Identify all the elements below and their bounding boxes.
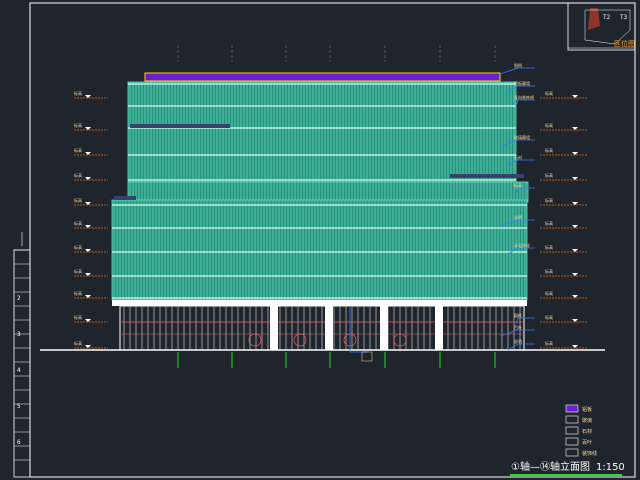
- level-triangle-right: [572, 225, 578, 228]
- drawing-title-text: ①轴—⑭轴立面图: [511, 462, 590, 473]
- level-triangle-left: [85, 273, 91, 276]
- podium-column: [270, 306, 278, 350]
- key-plan-label: 区位图: [614, 40, 635, 48]
- level-triangle-left: [85, 249, 91, 252]
- level-label-left: 标高: [74, 290, 82, 296]
- level-triangle-left: [85, 345, 91, 348]
- legend-label: 百叶: [582, 439, 592, 446]
- annotation-text: 说明: [514, 338, 522, 344]
- annotation-text: 玻璃幕墙: [514, 134, 530, 140]
- annotation-text: 标高: [514, 182, 522, 188]
- level-label-left: 标高: [74, 244, 82, 250]
- level-marks-left: 标高标高标高标高标高标高标高标高标高标高标高: [74, 90, 108, 349]
- title-block-mark: 5: [17, 403, 21, 410]
- roof-parapet: [144, 72, 501, 82]
- level-triangle-left: [85, 319, 91, 322]
- level-label-right: 标高: [545, 290, 553, 296]
- building-elevation: [111, 72, 529, 351]
- title-block-mark: 2: [17, 295, 21, 302]
- level-triangle-right: [572, 202, 578, 205]
- level-label-right: 标高: [545, 268, 553, 274]
- level-triangle-right: [572, 127, 578, 130]
- legend-swatch: [565, 437, 579, 446]
- setback-ledge: [130, 124, 230, 128]
- annotation-text: 石材: [514, 154, 522, 160]
- drawing-scale: 1:150: [595, 462, 625, 473]
- cad-drawing-canvas[interactable]: 23456 标高标高标高标高标高标高标高标高标高标高标高 标高标高标高标高标高标…: [0, 0, 640, 480]
- level-label-right: 标高: [545, 244, 553, 250]
- legend-label: 装饰线: [582, 450, 597, 457]
- title-block-mark: 6: [17, 439, 21, 446]
- level-label-right: 标高: [545, 122, 553, 128]
- legend-swatch: [565, 426, 579, 435]
- level-triangle-left: [85, 127, 91, 130]
- annotation-text: 百叶: [514, 324, 522, 330]
- annotation-text: 窗框: [514, 312, 522, 318]
- annotation-text: 铝板幕墙: [514, 80, 530, 86]
- level-triangle-right: [572, 273, 578, 276]
- level-label-left: 标高: [74, 314, 82, 320]
- level-triangle-right: [572, 295, 578, 298]
- title-block: 2 3 4 5 6: [13, 232, 31, 478]
- annotation-leader: [499, 67, 535, 75]
- level-label-right: 标高: [545, 90, 553, 96]
- annotation-text: 详见大样: [514, 242, 530, 248]
- podium-column: [435, 306, 443, 350]
- level-label-left: 标高: [74, 90, 82, 96]
- level-label-right: 标高: [545, 340, 553, 346]
- podium-transfer-beam: [112, 300, 527, 306]
- level-marks-right: 标高标高标高标高标高标高标高标高标高标高标高: [540, 90, 588, 349]
- level-triangle-right: [572, 249, 578, 252]
- podium-column: [325, 306, 333, 350]
- key-plan-mark-a: T2: [603, 14, 611, 21]
- level-label-left: 标高: [74, 268, 82, 274]
- level-label-left: 标高: [74, 197, 82, 203]
- level-label-right: 标高: [545, 172, 553, 178]
- level-triangle-left: [85, 177, 91, 180]
- drawing-title: ①轴—⑭轴立面图 1:150: [511, 462, 625, 474]
- level-triangle-left: [85, 152, 91, 155]
- level-triangle-right: [572, 345, 578, 348]
- level-triangle-right: [572, 95, 578, 98]
- annotation-text: 竖向装饰线: [514, 94, 534, 100]
- level-triangle-right: [572, 177, 578, 180]
- level-label-left: 标高: [74, 147, 82, 153]
- podium-column: [380, 306, 388, 350]
- legend-swatch: [565, 448, 579, 457]
- level-triangle-right: [572, 319, 578, 322]
- annotation-text: 图例: [514, 62, 522, 68]
- legend-label: 铝板: [582, 406, 592, 413]
- key-plan-highlight: [588, 8, 600, 30]
- level-triangle-left: [85, 95, 91, 98]
- level-label-right: 标高: [545, 147, 553, 153]
- level-label-left: 标高: [74, 340, 82, 346]
- level-triangle-left: [85, 202, 91, 205]
- level-triangle-left: [85, 295, 91, 298]
- annotation-text: 说明: [514, 214, 522, 220]
- level-label-right: 标高: [545, 197, 553, 203]
- legend-swatch: [565, 415, 579, 424]
- level-label-left: 标高: [74, 122, 82, 128]
- annotation-tag-bottom: [361, 351, 373, 362]
- level-label-left: 标高: [74, 172, 82, 178]
- title-block-mark: 3: [17, 331, 21, 338]
- setback-ledge: [450, 174, 524, 178]
- annotation-leader: [515, 99, 535, 107]
- setback-ledge: [114, 196, 136, 200]
- legend-label: 玻璃: [582, 417, 592, 424]
- level-label-right: 标高: [545, 220, 553, 226]
- legend-swatch: [565, 404, 579, 413]
- level-triangle-left: [85, 225, 91, 228]
- key-plan-mark-b: T3: [620, 14, 628, 21]
- level-label-right: 标高: [545, 314, 553, 320]
- level-label-left: 标高: [74, 220, 82, 226]
- title-block-mark: 4: [17, 367, 21, 374]
- level-triangle-right: [572, 152, 578, 155]
- legend-label: 石材: [582, 428, 592, 435]
